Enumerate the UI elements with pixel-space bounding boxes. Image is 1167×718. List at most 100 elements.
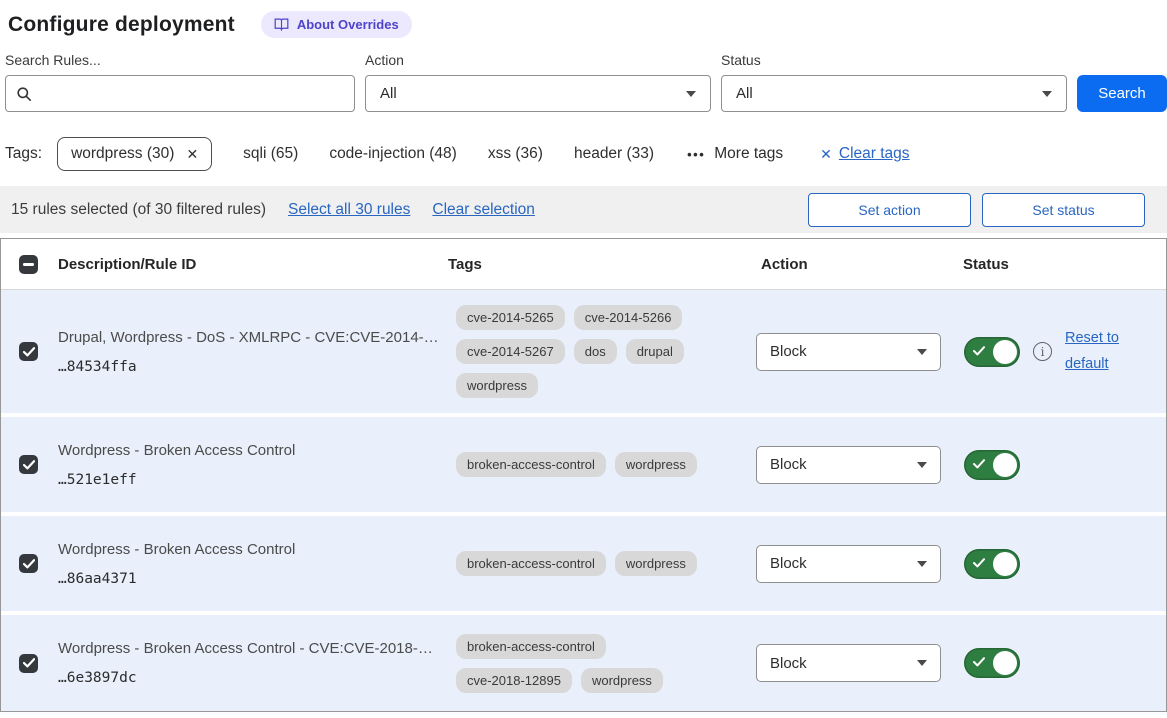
status-toggle-on[interactable]: [964, 549, 1020, 579]
selection-summary: 15 rules selected (of 30 filtered rules): [11, 201, 266, 219]
check-icon: [973, 459, 985, 469]
rule-action-cell: Block: [748, 545, 955, 583]
row-checkbox-checked[interactable]: [19, 554, 38, 573]
clear-tags-label: Clear tags: [839, 145, 910, 163]
configure-deployment-page: Configure deployment About Overrides Sea…: [0, 0, 1167, 718]
header-checkbox-cell: [1, 255, 50, 274]
row-checkbox-cell: [1, 342, 50, 361]
about-overrides-badge[interactable]: About Overrides: [261, 11, 412, 38]
about-overrides-label: About Overrides: [297, 17, 399, 32]
select-all-link[interactable]: Select all 30 rules: [288, 201, 410, 219]
clear-icon: ✕: [820, 147, 832, 161]
action-select[interactable]: Block: [756, 333, 941, 371]
rule-description: Wordpress - Broken Access Control - CVE:…: [58, 640, 448, 657]
action-filter-select[interactable]: All: [365, 75, 711, 112]
action-filter-label: Action: [365, 52, 711, 68]
rule-tags-cell: cve-2014-5265 cve-2014-5266 cve-2014-526…: [448, 305, 718, 398]
rule-action-cell: Block: [748, 644, 955, 682]
check-icon: [23, 460, 35, 470]
status-toggle-on[interactable]: [964, 648, 1020, 678]
book-icon: [274, 18, 289, 31]
toggle-knob: [993, 453, 1017, 477]
chevron-down-icon: [917, 462, 927, 468]
rule-description-cell: Wordpress - Broken Access Control …86aa4…: [50, 541, 448, 587]
rule-description: Wordpress - Broken Access Control: [58, 541, 448, 558]
search-button[interactable]: Search: [1077, 75, 1167, 112]
row-checkbox-cell: [1, 554, 50, 573]
reset-to-default-label: Reset to default: [1065, 330, 1119, 371]
more-tags-button[interactable]: ••• More tags: [687, 145, 783, 163]
rule-action-cell: Block: [748, 333, 955, 371]
rule-description-cell: Wordpress - Broken Access Control …521e1…: [50, 442, 448, 488]
tag-filter-header[interactable]: header (33): [574, 145, 654, 163]
toggle-knob: [993, 552, 1017, 576]
action-select-value: Block: [770, 343, 807, 360]
column-header-description: Description/Rule ID: [50, 256, 448, 273]
selected-tag-chip[interactable]: wordpress (30) ✕: [57, 137, 212, 171]
rule-description: Wordpress - Broken Access Control: [58, 442, 448, 459]
status-toggle-on[interactable]: [964, 337, 1020, 367]
column-header-tags: Tags: [448, 256, 748, 273]
tag-chip: broken-access-control: [456, 452, 606, 477]
info-icon[interactable]: i: [1033, 342, 1052, 361]
action-select[interactable]: Block: [756, 644, 941, 682]
row-checkbox-cell: [1, 455, 50, 474]
search-rules-group: Search Rules...: [5, 52, 355, 112]
tag-filter-code-injection[interactable]: code-injection (48): [329, 145, 457, 163]
chevron-down-icon: [1042, 91, 1052, 97]
select-all-checkbox-indeterminate[interactable]: [19, 255, 38, 274]
set-status-button[interactable]: Set status: [982, 193, 1145, 227]
status-filter-select[interactable]: All: [721, 75, 1067, 112]
rule-description-cell: Drupal, Wordpress - DoS - XMLRPC - CVE:C…: [50, 329, 448, 375]
set-action-button[interactable]: Set action: [808, 193, 971, 227]
rule-action-cell: Block: [748, 446, 955, 484]
table-row: Wordpress - Broken Access Control …86aa4…: [1, 516, 1166, 611]
chevron-down-icon: [917, 349, 927, 355]
rule-status-cell: [955, 549, 1166, 579]
clear-tags-button[interactable]: ✕ Clear tags: [820, 145, 909, 163]
search-rules-input[interactable]: [40, 79, 344, 109]
check-icon: [973, 346, 985, 356]
reset-to-default-link[interactable]: Reset to default: [1065, 326, 1131, 377]
row-checkbox-checked[interactable]: [19, 654, 38, 673]
rule-status-cell: i Reset to default: [955, 326, 1166, 377]
chevron-down-icon: [686, 91, 696, 97]
selected-tag-label: wordpress (30): [71, 145, 174, 163]
column-header-action: Action: [748, 256, 955, 273]
row-checkbox-checked[interactable]: [19, 342, 38, 361]
tag-chip: wordpress: [456, 373, 538, 398]
row-checkbox-cell: [1, 654, 50, 673]
tag-chip: cve-2014-5265: [456, 305, 565, 330]
rule-tags-cell: broken-access-control cve-2018-12895 wor…: [448, 634, 718, 693]
page-title: Configure deployment: [8, 13, 235, 37]
search-icon: [16, 86, 32, 102]
tag-chip: broken-access-control: [456, 634, 606, 659]
more-tags-label: More tags: [714, 145, 783, 163]
status-toggle-on[interactable]: [964, 450, 1020, 480]
table-row: Wordpress - Broken Access Control …521e1…: [1, 417, 1166, 512]
search-input-box: [5, 75, 355, 112]
action-select-value: Block: [770, 555, 807, 572]
filter-bar: Search Rules... Action All Status All: [0, 38, 1167, 112]
tag-filter-sqli[interactable]: sqli (65): [243, 145, 298, 163]
tag-chip: dos: [574, 339, 617, 364]
status-filter-group: Status All: [721, 52, 1067, 112]
tag-chip: wordpress: [581, 668, 663, 693]
rule-id: …86aa4371: [58, 571, 448, 587]
action-select[interactable]: Block: [756, 446, 941, 484]
check-icon: [23, 658, 35, 668]
tag-filter-xss[interactable]: xss (36): [488, 145, 543, 163]
tag-chip: cve-2014-5266: [574, 305, 683, 330]
status-filter-label: Status: [721, 52, 1067, 68]
action-select[interactable]: Block: [756, 545, 941, 583]
row-checkbox-checked[interactable]: [19, 455, 38, 474]
tag-chip: wordpress: [615, 452, 697, 477]
rules-table: Description/Rule ID Tags Action Status D…: [0, 238, 1167, 712]
selection-bar: 15 rules selected (of 30 filtered rules)…: [0, 186, 1167, 233]
status-filter-value: All: [736, 85, 753, 102]
rule-id: …84534ffa: [58, 359, 448, 375]
clear-selection-link[interactable]: Clear selection: [432, 201, 535, 219]
tags-label: Tags:: [5, 145, 42, 163]
remove-tag-icon[interactable]: ✕: [186, 147, 198, 161]
rule-description-cell: Wordpress - Broken Access Control - CVE:…: [50, 640, 448, 686]
